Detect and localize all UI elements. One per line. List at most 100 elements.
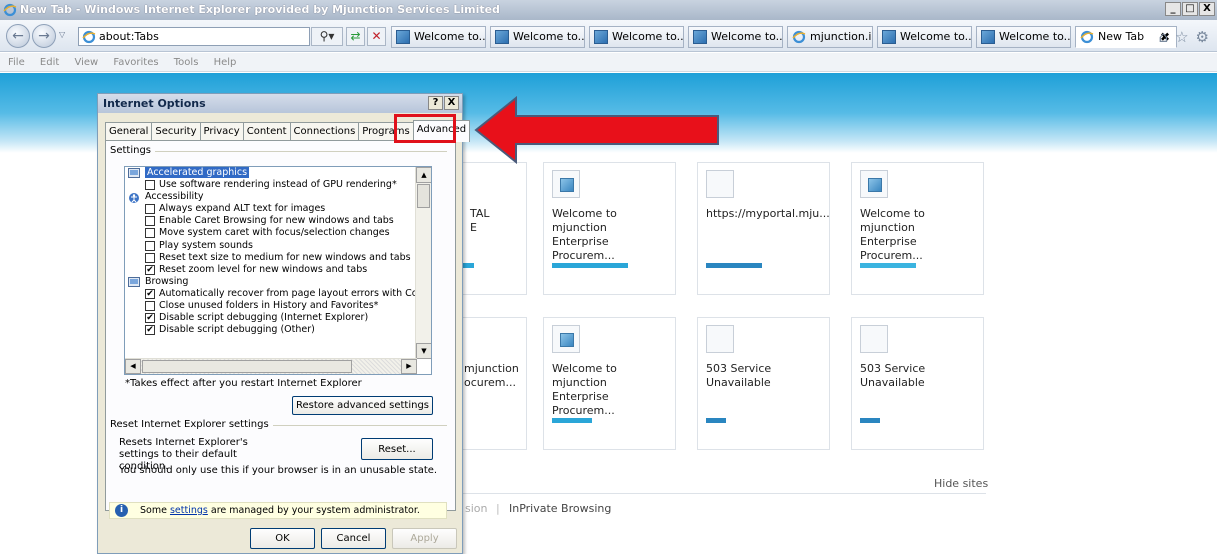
tab-label: mjunction.in (810, 30, 873, 43)
tile-activity-bar (860, 263, 916, 268)
menu-edit[interactable]: Edit (40, 57, 59, 68)
checkbox-unchecked[interactable] (145, 240, 155, 251)
browser-tab[interactable]: Welcome to... (490, 26, 585, 48)
address-bar[interactable]: about:Tabs (78, 27, 310, 46)
checkbox-unchecked[interactable] (145, 301, 155, 312)
favorites-star-icon[interactable]: ☆ (1175, 28, 1188, 46)
checkbox-checked[interactable]: ✔ (145, 264, 155, 275)
minimize-button[interactable]: _ (1165, 2, 1181, 16)
tab-security[interactable]: Security (151, 122, 201, 141)
ok-button[interactable]: OK (250, 528, 315, 549)
site-thumbnail-icon (552, 170, 580, 198)
tab-label: Welcome to... (414, 30, 486, 43)
settings-option[interactable]: Use software rendering instead of GPU re… (125, 179, 415, 191)
settings-option[interactable]: ✔ Disable script debugging (Other) (125, 324, 415, 336)
settings-option[interactable]: ✔ Automatically recover from page layout … (125, 288, 415, 300)
stop-button[interactable]: ✕ (367, 27, 386, 46)
tab-connections[interactable]: Connections (289, 122, 360, 141)
scroll-up-icon[interactable]: ▲ (416, 167, 431, 183)
settings-category[interactable]: Browsing (125, 276, 415, 288)
apply-button[interactable]: Apply (392, 528, 457, 549)
inprivate-browsing-link[interactable]: InPrivate Browsing (509, 502, 611, 515)
home-icon[interactable]: ⌂ (1159, 28, 1169, 46)
setting-label: Browsing (145, 275, 189, 287)
monitor-icon (128, 168, 140, 178)
checkbox-checked[interactable]: ✔ (145, 313, 155, 324)
menu-view[interactable]: View (74, 57, 98, 68)
settings-option[interactable]: Close unused folders in History and Favo… (125, 300, 415, 312)
scroll-thumb[interactable] (417, 184, 430, 208)
site-tile[interactable]: 503 Service Unavailable (851, 317, 984, 450)
site-tile[interactable]: https://myportal.mju... (697, 162, 830, 295)
site-favicon-icon (693, 30, 707, 44)
search-dropdown-button[interactable]: ⚲▾ (311, 27, 343, 46)
setting-label: Use software rendering instead of GPU re… (159, 179, 397, 191)
menu-tools[interactable]: Tools (174, 57, 199, 68)
settings-vertical-scrollbar[interactable]: ▲ ▼ (415, 167, 431, 359)
settings-option[interactable]: ✔ Reset zoom level for new windows and ta… (125, 264, 415, 276)
site-tile[interactable]: Welcome to mjunction Enterprise Procurem… (543, 162, 676, 295)
restart-note: *Takes effect after you restart Internet… (125, 378, 362, 389)
settings-category[interactable]: Accelerated graphics (125, 167, 415, 179)
reset-button[interactable]: Reset... (361, 438, 433, 460)
scroll-right-icon[interactable]: ▶ (401, 359, 417, 374)
blank-page-icon (706, 325, 734, 353)
dialog-close-button[interactable]: X (444, 96, 459, 110)
settings-option[interactable]: Always expand ALT text for images (125, 203, 415, 215)
browser-tab[interactable]: Welcome to... (688, 26, 783, 48)
dialog-help-button[interactable]: ? (428, 96, 443, 110)
checkbox-unchecked[interactable] (145, 216, 155, 227)
browser-tab[interactable]: Welcome to... (976, 26, 1071, 48)
settings-option[interactable]: Play system sounds (125, 240, 415, 252)
browser-tab[interactable]: Welcome to... (589, 26, 684, 48)
settings-option[interactable]: Move system caret with focus/selection c… (125, 227, 415, 239)
checkbox-unchecked[interactable] (145, 228, 155, 239)
history-dropdown-icon[interactable]: ▽ (59, 30, 65, 39)
menu-favorites[interactable]: Favorites (113, 57, 158, 68)
compatibility-view-button[interactable]: ⇄ (346, 27, 365, 46)
back-button[interactable]: ← (6, 24, 30, 48)
site-tile[interactable]: Welcome to mjunction Enterprise Procurem… (851, 162, 984, 295)
forward-button[interactable]: → (32, 24, 56, 48)
tools-gear-icon[interactable]: ⚙ (1196, 28, 1209, 46)
browser-tab[interactable]: Welcome to... (391, 26, 486, 48)
tab-content[interactable]: Content (242, 122, 291, 141)
reopen-session-link[interactable]: sion (465, 502, 488, 515)
tab-label: Welcome to... (900, 30, 972, 43)
menu-help[interactable]: Help (214, 57, 237, 68)
monitor-icon (128, 276, 140, 287)
checkbox-unchecked[interactable] (145, 252, 155, 263)
settings-option[interactable]: Reset text size to medium for new window… (125, 252, 415, 264)
settings-category[interactable]: Accessibility (125, 191, 415, 204)
maximize-button[interactable]: □ (1182, 2, 1198, 16)
hide-sites-link[interactable]: Hide sites (934, 477, 988, 490)
settings-link[interactable]: settings (170, 505, 208, 516)
browser-tab[interactable]: mjunction.in (787, 26, 873, 48)
settings-option[interactable]: Enable Caret Browsing for new windows an… (125, 215, 415, 227)
tab-privacy[interactable]: Privacy (199, 122, 244, 141)
settings-option[interactable]: ✔ Disable script debugging (Internet Expl… (125, 312, 415, 324)
site-favicon-icon (981, 30, 995, 44)
settings-horizontal-scrollbar[interactable]: ◀ ▶ (125, 358, 417, 374)
checkbox-unchecked[interactable] (145, 204, 155, 215)
back-arrow-icon: ← (12, 28, 24, 44)
site-tile[interactable]: Welcome to mjunction Enterprise Procurem… (543, 317, 676, 450)
settings-tree[interactable]: Accelerated graphics Use software renderi… (124, 166, 432, 375)
site-tile[interactable]: 503 Service Unavailable (697, 317, 830, 450)
scroll-left-icon[interactable]: ◀ (125, 359, 141, 374)
restore-advanced-settings-button[interactable]: Restore advanced settings (292, 396, 433, 415)
scroll-down-icon[interactable]: ▼ (416, 343, 431, 359)
scroll-thumb[interactable] (142, 360, 352, 373)
close-window-button[interactable]: X (1199, 2, 1215, 16)
checkbox-unchecked[interactable] (145, 180, 155, 191)
site-thumbnail-icon (860, 170, 888, 198)
checkbox-checked[interactable]: ✔ (145, 288, 155, 299)
browser-tab[interactable]: Welcome to... (877, 26, 972, 48)
checkbox-checked[interactable]: ✔ (145, 325, 155, 336)
ie-favicon-icon (792, 30, 806, 44)
menu-file[interactable]: File (8, 57, 25, 68)
cancel-button[interactable]: Cancel (321, 528, 386, 549)
dialog-title: Internet Options (103, 97, 206, 110)
window-titlebar: New Tab - Windows Internet Explorer prov… (0, 0, 1217, 20)
tab-general[interactable]: General (105, 122, 153, 141)
